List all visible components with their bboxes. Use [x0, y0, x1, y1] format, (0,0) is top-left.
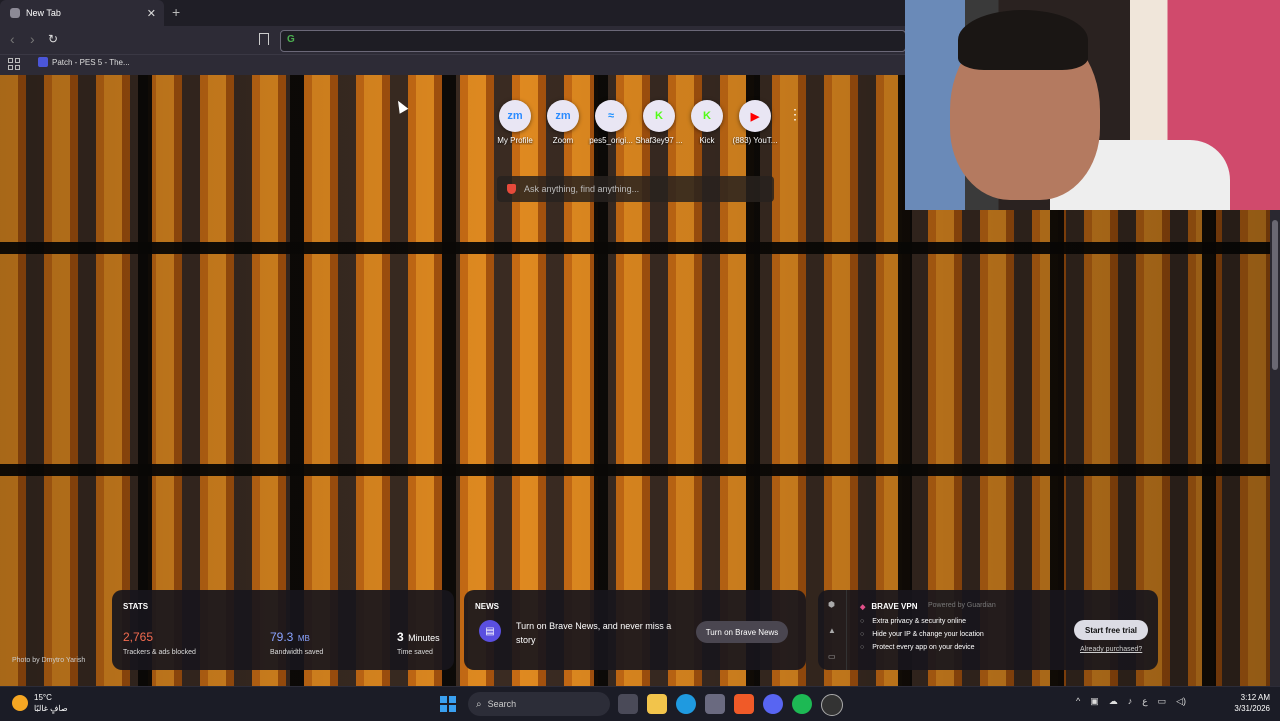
volume-icon[interactable]: ◁)	[1176, 696, 1186, 707]
brave-browser-icon[interactable]	[734, 694, 754, 714]
top-site-label: pes5_origi...	[589, 136, 633, 145]
top-site-icon: K	[691, 100, 723, 132]
top-site-icon: ≈	[595, 100, 627, 132]
vpn-feature: Protect every app on your device	[860, 644, 984, 651]
turn-on-news-button[interactable]: Turn on Brave News	[696, 621, 788, 643]
display-icon[interactable]: ▭	[1158, 696, 1167, 707]
windows-start-icon[interactable]	[440, 696, 456, 712]
bandwidth-value: 79.3	[270, 630, 294, 644]
reload-icon[interactable]: ↻	[48, 32, 58, 46]
taskbar-search-label: Search	[487, 699, 517, 709]
time-value: 3	[397, 630, 404, 644]
weather-widget[interactable]: 15°C صافٍ غالبًا	[12, 692, 68, 714]
brave-shield-icon	[507, 184, 516, 194]
trackers-value: 2,765	[123, 630, 154, 644]
vpn-name: BRAVE VPN	[860, 602, 917, 611]
search-box[interactable]: Ask anything, find anything...	[497, 176, 774, 202]
tab-title: New Tab	[26, 8, 61, 18]
chevron-up-icon[interactable]: ^	[1076, 696, 1080, 707]
photo-credit[interactable]: Photo by Dmytro Yarish	[12, 657, 85, 664]
top-site-label: Zoom	[552, 136, 574, 145]
top-site-tile[interactable]: K Shaf3ey97 ...	[635, 100, 683, 145]
top-site-tile[interactable]: ≈ pes5_origi...	[587, 100, 635, 145]
stats-widget: STATS 2,765 Trackers & ads blocked 79.3 …	[112, 590, 454, 670]
top-site-tile[interactable]: K Kick	[683, 100, 731, 145]
brave-tab-icon	[10, 8, 20, 18]
vpn-feature: Extra privacy & security online	[860, 618, 984, 625]
start-free-trial-button[interactable]: Start free trial	[1074, 620, 1148, 640]
top-site-icon: ▶	[739, 100, 771, 132]
widget-switcher: ⬢ ▲ ▭	[818, 590, 847, 670]
rewards-tab-icon[interactable]: ▲	[828, 626, 836, 635]
news-message: Turn on Brave News, and never miss a sto…	[516, 621, 672, 645]
store-icon[interactable]	[705, 694, 725, 714]
bookmark-icon[interactable]	[259, 33, 269, 45]
clock-time: 3:12 AM	[1240, 693, 1270, 702]
top-site-label: Shaf3ey97 ...	[635, 136, 683, 145]
file-explorer-icon[interactable]	[647, 694, 667, 714]
top-site-label: Kick	[699, 136, 715, 145]
search-icon: ⌕	[476, 698, 482, 710]
top-site-tile[interactable]: ▶ (883) YouT...	[731, 100, 779, 145]
clock-date: 3/31/2026	[1234, 704, 1270, 713]
cloud-icon[interactable]: ☁	[1109, 696, 1118, 707]
edge-icon[interactable]	[676, 694, 696, 714]
tab-close-icon[interactable]: ✕	[147, 7, 156, 20]
task-view-icon[interactable]	[618, 694, 638, 714]
tab-new-tab[interactable]: New Tab ✕	[0, 0, 164, 26]
more-options-icon[interactable]: ⋮	[788, 106, 802, 123]
time-unit: Minutes	[408, 633, 440, 643]
news-widget: NEWS ▤ Turn on Brave News, and never mis…	[464, 590, 806, 670]
top-site-tile[interactable]: zm Zoom	[539, 100, 587, 145]
weather-icon	[12, 695, 28, 711]
news-title: NEWS	[475, 602, 499, 611]
top-site-icon: zm	[499, 100, 531, 132]
top-site-icon: zm	[547, 100, 579, 132]
already-purchased-link[interactable]: Already purchased?	[1080, 646, 1142, 653]
discord-icon[interactable]	[763, 694, 783, 714]
system-tray: ^ ▣ ☁ ♪ ع ▭ ◁)	[1076, 696, 1186, 707]
top-site-label: My Profile	[497, 136, 533, 145]
apps-grid-icon[interactable]	[8, 58, 20, 70]
bookmark-item[interactable]: Patch - PES 5 - The...	[38, 57, 130, 67]
bookmark-favicon-icon	[38, 57, 48, 67]
webcam-hair	[958, 10, 1088, 70]
network-icon[interactable]: ▣	[1090, 696, 1099, 707]
bookmark-label: Patch - PES 5 - The...	[52, 57, 130, 67]
bandwidth-unit: MB	[297, 634, 310, 643]
time-stat: 3 Minutes Time saved	[397, 628, 440, 656]
news-icon: ▤	[479, 620, 501, 642]
app-icon[interactable]	[821, 694, 843, 716]
mic-icon[interactable]: ♪	[1128, 696, 1133, 707]
search-placeholder: Ask anything, find anything...	[524, 184, 640, 194]
bandwidth-label: Bandwidth saved	[270, 649, 324, 656]
spotify-icon[interactable]	[792, 694, 812, 714]
vpn-feature: Hide your IP & change your location	[860, 631, 984, 638]
taskbar-search[interactable]: ⌕ Search	[468, 692, 610, 716]
vpn-widget: ⬢ ▲ ▭ BRAVE VPN Powered by Guardian Extr…	[818, 590, 1158, 670]
trackers-label: Trackers & ads blocked	[123, 649, 196, 656]
top-site-label: (883) YouT...	[732, 136, 778, 145]
weather-desc: صافٍ غالبًا	[34, 704, 68, 713]
stats-title: STATS	[123, 602, 149, 611]
cards-tab-icon[interactable]: ▭	[828, 652, 836, 661]
vpn-powered-by: Powered by Guardian	[928, 602, 996, 609]
address-bar[interactable]: G	[280, 30, 906, 52]
weather-temp: 15°C	[34, 693, 52, 702]
scrollbar-thumb[interactable]	[1272, 220, 1278, 370]
forward-icon[interactable]: ›	[30, 31, 35, 47]
new-tab-button[interactable]: +	[172, 4, 180, 20]
back-icon[interactable]: ‹	[10, 31, 15, 47]
language-indicator[interactable]: ع	[1142, 696, 1147, 707]
time-label: Time saved	[397, 649, 433, 656]
google-icon: G	[287, 34, 295, 45]
bandwidth-stat: 79.3 MB Bandwidth saved	[270, 628, 323, 656]
top-site-tile[interactable]: zm My Profile	[491, 100, 539, 145]
vpn-tab-icon[interactable]: ⬢	[828, 600, 835, 609]
clock[interactable]: 3:12 AM 3/31/2026	[1228, 692, 1270, 714]
top-site-icon: K	[643, 100, 675, 132]
vpn-features: Extra privacy & security online Hide you…	[860, 618, 984, 657]
trackers-stat: 2,765 Trackers & ads blocked	[123, 628, 196, 656]
